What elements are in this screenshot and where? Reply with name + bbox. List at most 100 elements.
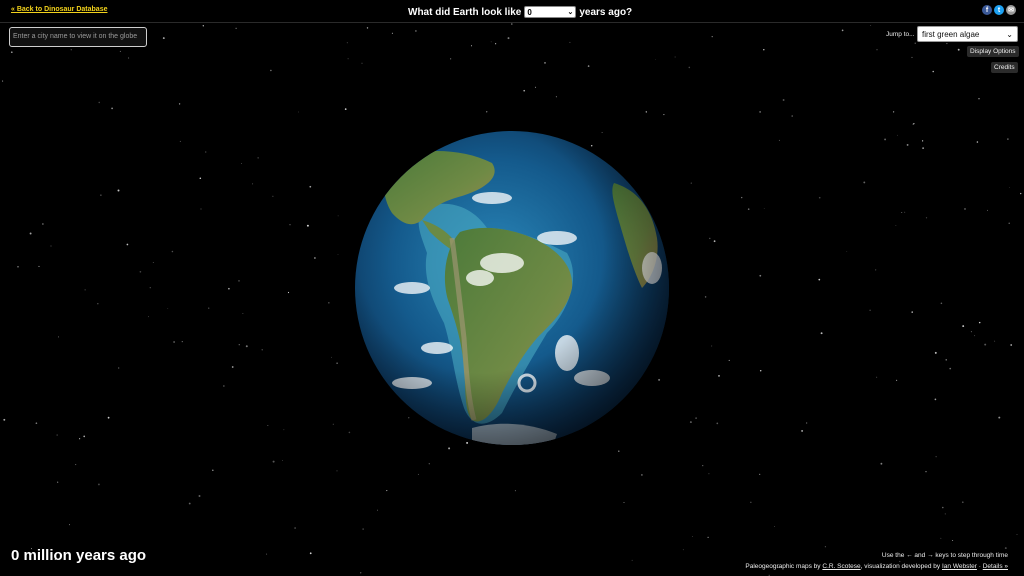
star: [892, 111, 895, 113]
star: [841, 29, 844, 32]
star: [346, 42, 348, 44]
jump-to-label: Jump to...: [886, 31, 915, 38]
email-icon[interactable]: ✉: [1006, 5, 1016, 15]
star: [415, 30, 417, 32]
star: [708, 473, 710, 475]
star: [523, 89, 526, 92]
star: [309, 185, 312, 188]
star: [360, 572, 362, 574]
star: [911, 311, 913, 313]
star: [486, 111, 488, 113]
title-prefix: What did Earth look like: [408, 6, 522, 18]
star: [344, 108, 347, 110]
star: [98, 101, 100, 104]
star: [945, 359, 947, 361]
star: [824, 546, 827, 548]
star: [750, 501, 752, 503]
city-search-input[interactable]: Enter a city name to view it on the glob…: [9, 27, 147, 47]
star: [934, 351, 937, 354]
star: [362, 528, 364, 530]
star: [128, 57, 130, 59]
star: [940, 302, 943, 305]
star: [298, 111, 299, 113]
star: [361, 62, 363, 64]
star: [978, 321, 981, 324]
star: [331, 356, 332, 358]
star: [896, 379, 898, 381]
star: [38, 265, 40, 267]
star: [534, 86, 537, 88]
star: [1010, 344, 1013, 346]
star: [235, 27, 237, 29]
year-select[interactable]: 0 ⌄: [524, 6, 577, 18]
star: [906, 143, 909, 146]
star: [759, 473, 761, 475]
star: [623, 502, 625, 503]
credits-line: Paleogeographic maps by C.R. Scotese, vi…: [745, 563, 1008, 570]
star: [895, 224, 897, 226]
star: [974, 335, 976, 337]
star: [674, 56, 676, 58]
facebook-icon[interactable]: f: [982, 5, 992, 15]
star: [994, 340, 996, 342]
star: [212, 469, 214, 471]
star: [711, 345, 713, 347]
star: [544, 62, 546, 64]
jump-to-select[interactable]: first green algae ⌄: [917, 26, 1018, 42]
star: [70, 49, 72, 51]
star: [759, 111, 761, 113]
star: [782, 99, 785, 101]
star: [178, 103, 181, 105]
star: [17, 266, 19, 268]
star: [663, 114, 665, 116]
star: [107, 416, 110, 419]
star: [818, 196, 821, 199]
star: [281, 460, 283, 461]
social-share: f t ✉: [982, 5, 1016, 15]
star: [205, 151, 207, 153]
star: [935, 456, 937, 458]
star: [896, 134, 898, 136]
star: [718, 375, 720, 377]
credits-button[interactable]: Credits: [991, 62, 1018, 73]
star: [470, 45, 473, 47]
star: [978, 98, 980, 100]
earth-globe[interactable]: [352, 128, 672, 448]
star: [272, 460, 275, 463]
star: [934, 398, 937, 401]
star: [332, 423, 334, 425]
star: [925, 217, 928, 219]
star: [198, 495, 201, 497]
details-link[interactable]: Details »: [983, 563, 1008, 570]
star: [818, 278, 821, 281]
scotese-link[interactable]: C.R. Scotese: [822, 563, 860, 570]
display-options-button[interactable]: Display Options: [967, 46, 1019, 57]
star: [391, 32, 393, 34]
star: [117, 189, 120, 192]
star: [56, 434, 58, 436]
star: [778, 139, 780, 141]
twitter-icon[interactable]: t: [994, 5, 1004, 15]
star: [202, 25, 204, 27]
star: [118, 367, 120, 369]
star: [759, 274, 762, 277]
star: [287, 291, 290, 294]
star: [231, 366, 234, 368]
star: [58, 336, 59, 338]
star: [173, 341, 175, 343]
star: [2, 80, 4, 82]
ian-webster-link[interactable]: Ian Webster: [942, 563, 977, 570]
star: [702, 465, 704, 467]
star: [83, 435, 86, 438]
back-to-dinosaur-database-link[interactable]: « Back to Dinosaur Database: [11, 6, 107, 13]
star: [913, 122, 915, 125]
star: [148, 316, 149, 318]
star: [171, 250, 174, 253]
star: [870, 25, 872, 26]
star: [10, 51, 13, 54]
star: [417, 473, 419, 475]
star: [747, 208, 750, 210]
star: [869, 309, 871, 311]
star: [139, 270, 142, 273]
star: [162, 37, 165, 40]
